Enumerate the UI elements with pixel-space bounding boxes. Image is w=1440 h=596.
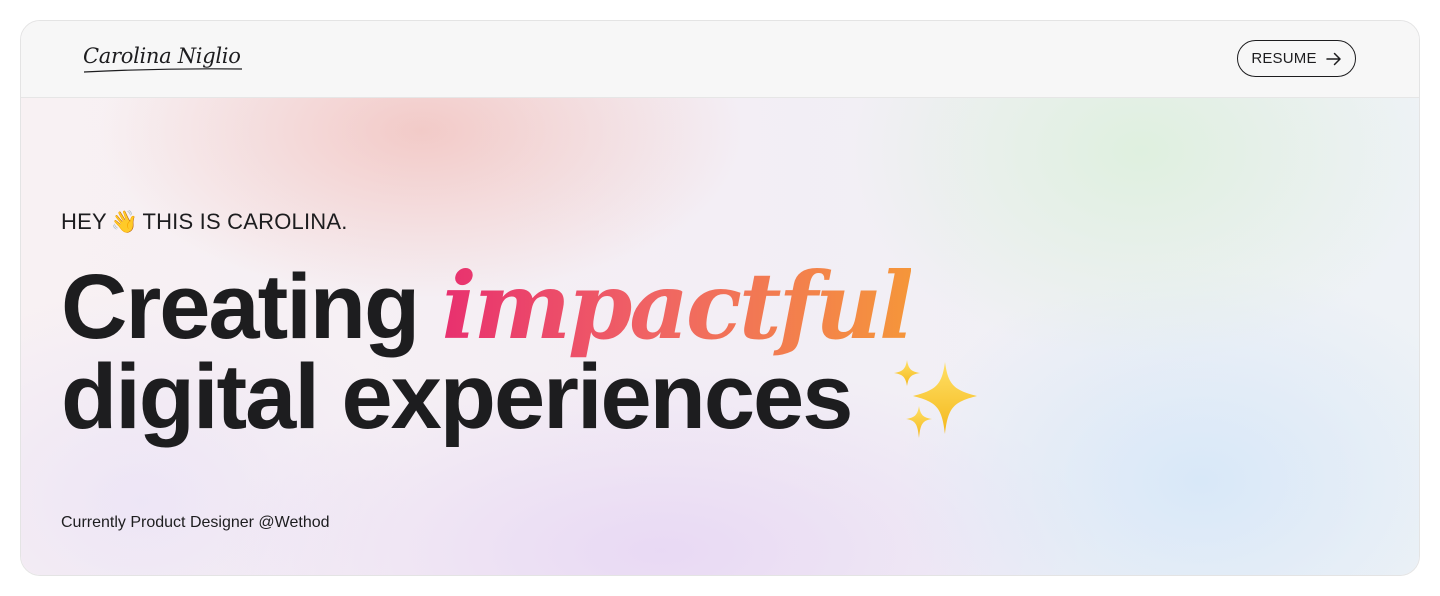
hero-card: Carolina Niglio RESUME HEY 👋 THIS IS CAR… xyxy=(20,20,1420,576)
sparkles-icon xyxy=(893,358,979,454)
resume-button-label: RESUME xyxy=(1251,50,1317,67)
logo[interactable]: Carolina Niglio xyxy=(83,43,243,75)
headline-line-1: Creating impactful xyxy=(61,260,979,353)
waving-hand-icon: 👋 xyxy=(110,209,139,235)
resume-button[interactable]: RESUME xyxy=(1237,40,1356,77)
greeting-name: THIS IS CAROLINA. xyxy=(142,209,348,234)
headline-accent-word: impactful xyxy=(441,252,914,360)
logo-text: Carolina Niglio xyxy=(83,44,241,68)
headline: Creating impactful digital experiences xyxy=(61,260,979,454)
headline-creating: Creating xyxy=(61,256,420,358)
current-role: Currently Product Designer @Wethod xyxy=(61,514,330,531)
greeting: HEY 👋 THIS IS CAROLINA. xyxy=(61,209,348,235)
arrow-right-icon xyxy=(1325,52,1342,66)
top-navigation-bar: Carolina Niglio RESUME xyxy=(21,21,1419,98)
headline-digital-experiences: digital experiences xyxy=(61,346,853,448)
headline-line-2: digital experiences xyxy=(61,351,979,454)
greeting-hey: HEY xyxy=(61,209,107,234)
logo-underline xyxy=(83,68,243,73)
